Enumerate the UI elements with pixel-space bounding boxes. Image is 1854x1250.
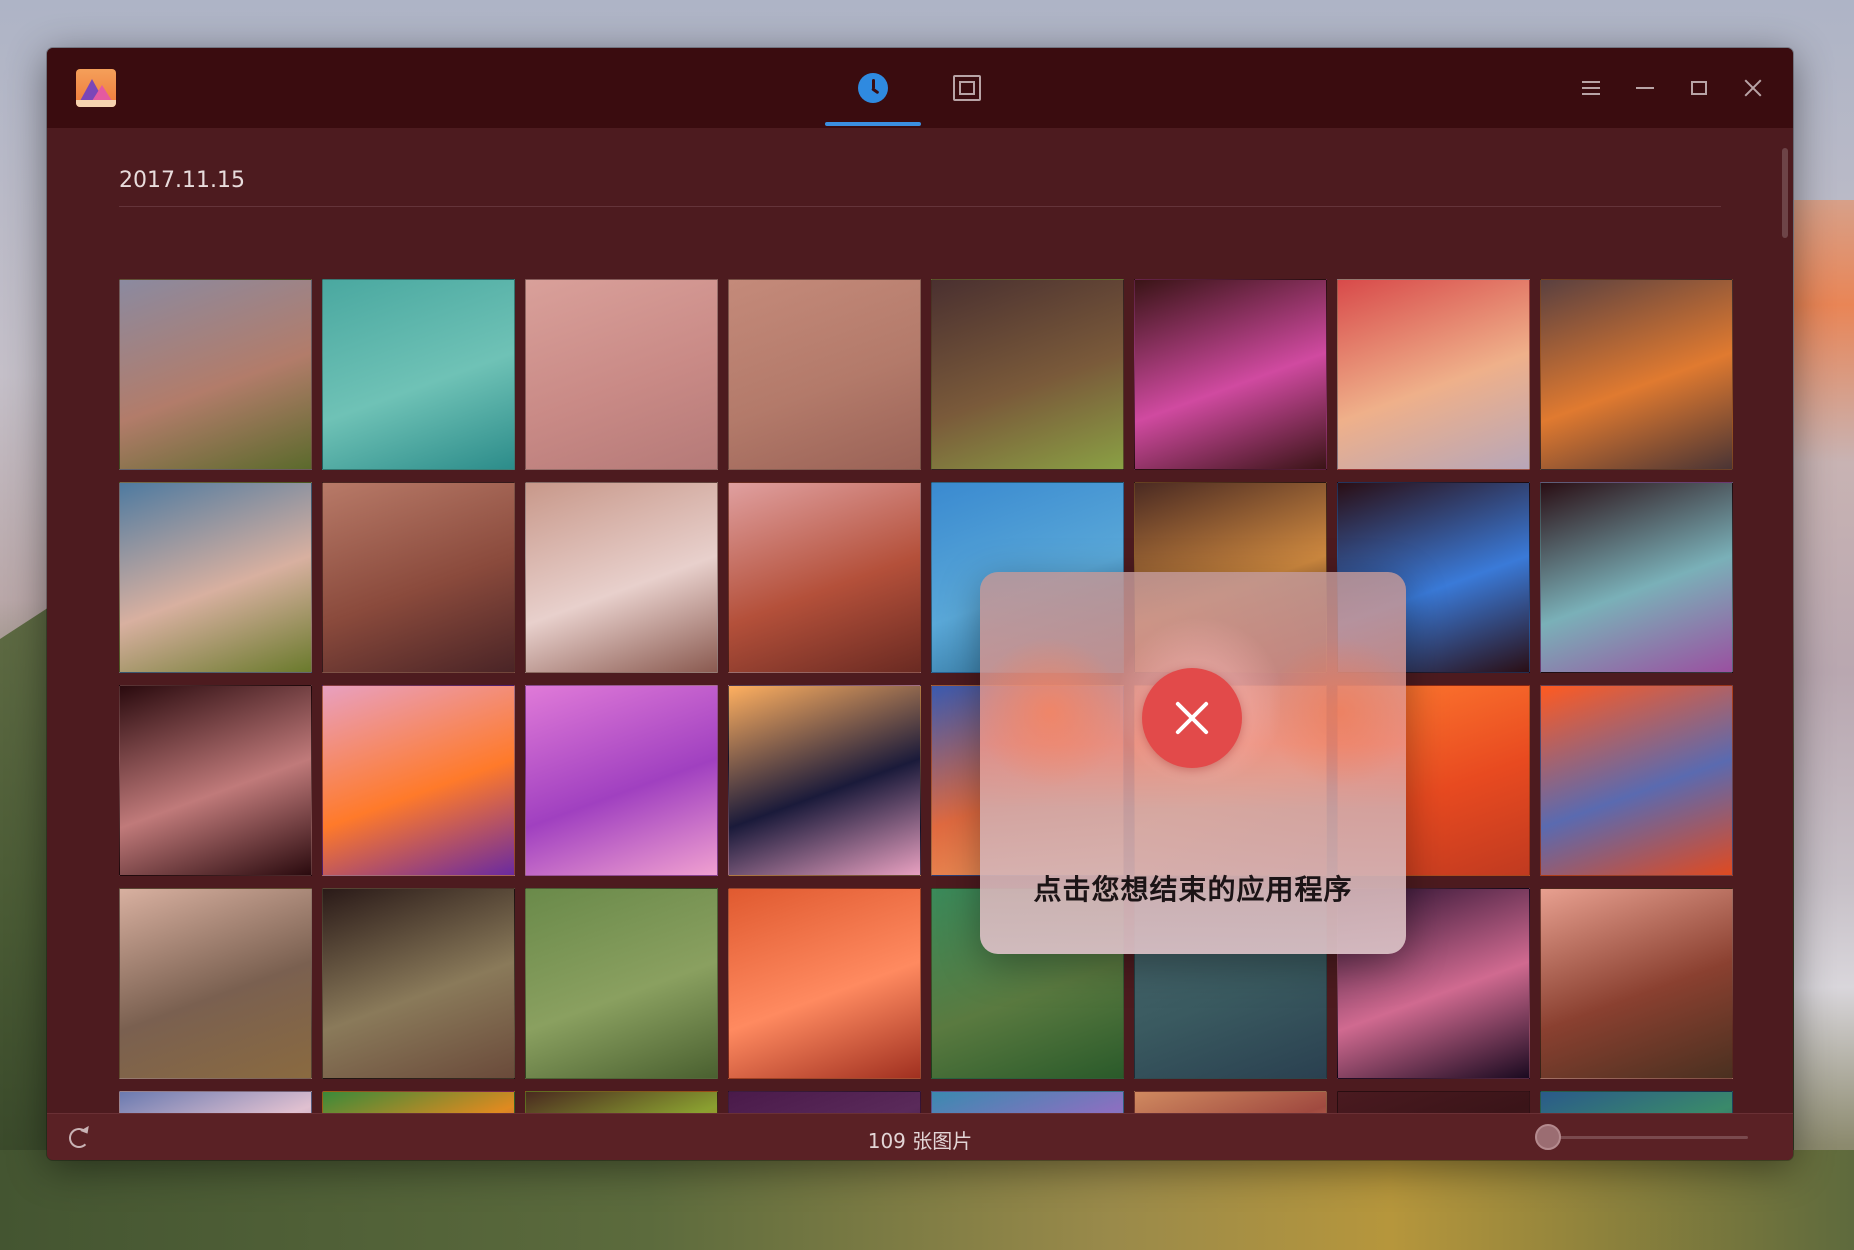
maximize-button[interactable] <box>1681 70 1717 106</box>
thumbnail[interactable] <box>728 888 921 1079</box>
date-divider <box>119 206 1721 207</box>
thumbnail[interactable] <box>322 279 515 470</box>
thumbnail[interactable] <box>728 685 921 876</box>
image-count: 109 张图片 <box>867 1129 973 1153</box>
dialog-message: 点击您想结束的应用程序 <box>1033 873 1353 906</box>
scrollbar[interactable] <box>1782 148 1788 238</box>
menu-icon <box>1582 81 1600 95</box>
thumbnail[interactable] <box>525 482 718 673</box>
maximize-icon <box>1691 81 1707 95</box>
desktop-background-bottom <box>0 1150 1854 1250</box>
thumbnail[interactable] <box>1540 888 1733 1079</box>
thumbnail[interactable] <box>1337 279 1530 470</box>
thumbnail[interactable] <box>1134 1091 1327 1113</box>
thumbnail[interactable] <box>322 1091 515 1113</box>
thumbnail[interactable] <box>1540 482 1733 673</box>
image-viewer-window: 2017.11.15 109 张图片 <box>47 48 1793 1160</box>
thumbnail[interactable] <box>322 888 515 1079</box>
thumbnail[interactable] <box>728 279 921 470</box>
thumbnail[interactable] <box>525 279 718 470</box>
thumbnail[interactable] <box>119 685 312 876</box>
close-circle-icon[interactable] <box>1142 668 1242 768</box>
thumbnail[interactable] <box>1540 685 1733 876</box>
thumbnail[interactable] <box>728 1091 921 1113</box>
thumbnail[interactable] <box>1337 1091 1530 1113</box>
clock-icon <box>858 73 888 103</box>
dialog-backdrop-blur <box>1270 632 1406 792</box>
close-icon <box>1743 78 1763 98</box>
thumbnail[interactable] <box>931 1091 1124 1113</box>
status-bar: 109 张图片 <box>47 1113 1793 1160</box>
menu-button[interactable] <box>1573 70 1609 106</box>
tab-albums[interactable] <box>919 48 1015 128</box>
thumbnail[interactable] <box>322 482 515 673</box>
tab-timeline[interactable] <box>825 48 921 128</box>
thumbnail[interactable] <box>119 1091 312 1113</box>
timeline-content: 2017.11.15 <box>47 128 1793 1113</box>
thumbnail[interactable] <box>1134 279 1327 470</box>
minimize-icon <box>1636 87 1654 89</box>
thumbnail[interactable] <box>728 482 921 673</box>
kill-app-dialog: 点击您想结束的应用程序 <box>980 572 1406 954</box>
thumbnail[interactable] <box>1540 1091 1733 1113</box>
dialog-backdrop-blur <box>980 632 1120 792</box>
zoom-slider[interactable] <box>1548 1136 1748 1139</box>
thumbnail[interactable] <box>119 888 312 1079</box>
thumbnail[interactable] <box>1540 279 1733 470</box>
thumbnail[interactable] <box>525 1091 718 1113</box>
album-icon <box>953 75 981 101</box>
thumbnail[interactable] <box>322 685 515 876</box>
thumbnail[interactable] <box>525 685 718 876</box>
thumbnail[interactable] <box>525 888 718 1079</box>
titlebar <box>47 48 1793 128</box>
minimize-button[interactable] <box>1627 70 1663 106</box>
thumbnail[interactable] <box>119 482 312 673</box>
app-logo-icon <box>76 69 116 107</box>
zoom-slider-thumb[interactable] <box>1535 1124 1561 1150</box>
desktop-background-right <box>1794 200 1854 1250</box>
thumbnail[interactable] <box>119 279 312 470</box>
active-tab-indicator <box>825 122 921 126</box>
close-button[interactable] <box>1735 70 1771 106</box>
thumbnail[interactable] <box>931 279 1124 470</box>
date-label: 2017.11.15 <box>119 168 245 193</box>
